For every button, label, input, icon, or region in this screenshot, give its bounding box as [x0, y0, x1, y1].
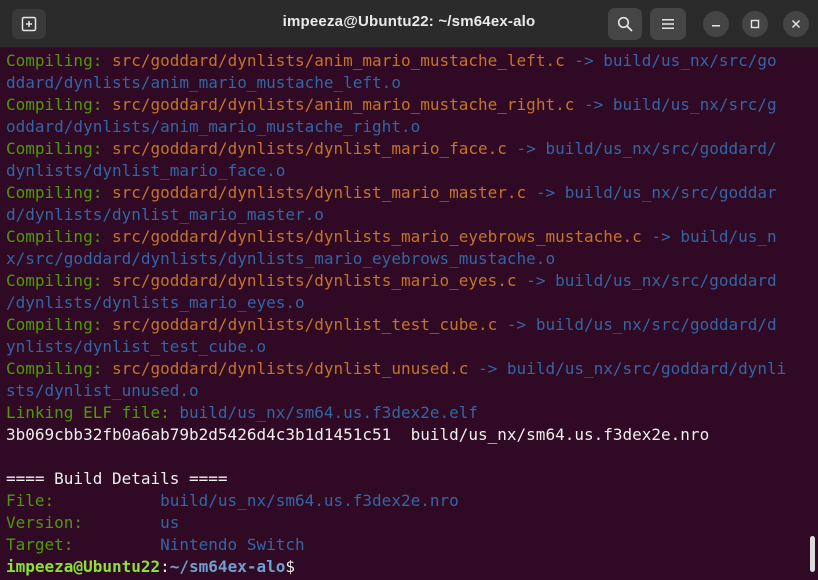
close-icon [791, 19, 801, 29]
output-line: sts/dynlist_unused.o [6, 381, 199, 400]
search-icon [617, 16, 633, 32]
window-title: impeeza@Ubuntu22: ~/sm64ex-alo [282, 13, 536, 30]
output-line: x/src/goddard/dynlists/dynlists_mario_ey… [6, 249, 556, 268]
output-line: Compiling: src/goddard/dynlists/dynlists… [6, 271, 777, 290]
output-line: Version: us [6, 513, 180, 532]
output-line: Target: Nintendo Switch [6, 535, 305, 554]
output-line: Compiling: src/goddard/dynlists/anim_mar… [6, 51, 777, 70]
maximize-button[interactable] [742, 11, 768, 37]
minimize-button[interactable] [703, 11, 729, 37]
output-line: File: build/us_nx/sm64.us.f3dex2e.nro [6, 491, 459, 510]
terminal-window: impeeza@Ubuntu22: ~/sm64ex-alo Compiling… [0, 0, 818, 580]
output-line: Compiling: src/goddard/dynlists/dynlist_… [6, 183, 777, 202]
output-line: Linking ELF file: build/us_nx/sm64.us.f3… [6, 403, 479, 422]
output-line: Compiling: src/goddard/dynlists/dynlists… [6, 227, 777, 246]
output-line: Compiling: src/goddard/dynlists/dynlist_… [6, 139, 777, 158]
output-line: Compiling: src/goddard/dynlists/dynlist_… [6, 359, 787, 378]
maximize-icon [750, 19, 760, 29]
output-line: dynlists/dynlist_mario_face.o [6, 161, 286, 180]
title-bar: impeeza@Ubuntu22: ~/sm64ex-alo [0, 0, 818, 48]
output-line: ==== Build Details ==== [6, 469, 228, 488]
output-line: ynlists/dynlist_test_cube.o [6, 337, 267, 356]
output-line: Compiling: src/goddard/dynlists/dynlist_… [6, 315, 777, 334]
prompt-user: impeeza@Ubuntu22 [6, 557, 161, 576]
output-line: ddard/dynlists/anim_mario_mustache_left.… [6, 73, 401, 92]
scrollbar-thumb[interactable] [810, 536, 815, 572]
menu-button[interactable] [650, 8, 686, 40]
output-line: Compiling: src/goddard/dynlists/anim_mar… [6, 95, 777, 114]
output-line: 3b069cbb32fb0a6ab79b2d5426d4c3b1d1451c51… [6, 425, 710, 444]
output-line: d/dynlists/dynlist_mario_master.o [6, 205, 324, 224]
prompt-line[interactable]: impeeza@Ubuntu22:~/sm64ex-alo$ [6, 556, 806, 578]
hamburger-menu-icon [662, 19, 674, 29]
minimize-icon [712, 25, 720, 27]
prompt-path: ~/sm64ex-alo [169, 557, 286, 576]
output-line: /dynlists/dynlists_mario_eyes.o [6, 293, 305, 312]
close-button[interactable] [783, 11, 809, 37]
search-button[interactable] [608, 8, 642, 40]
output-line: oddard/dynlists/anim_mario_mustache_righ… [6, 117, 421, 136]
terminal-output[interactable]: Compiling: src/goddard/dynlists/anim_mar… [6, 50, 806, 578]
